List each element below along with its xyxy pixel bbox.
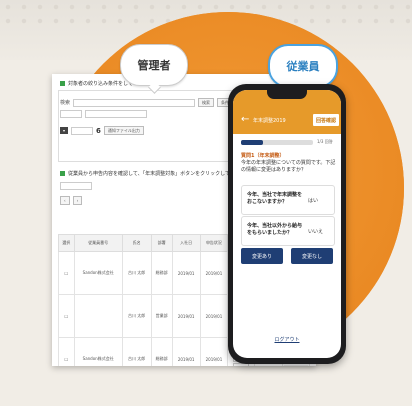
row-date1: 2019/01 xyxy=(171,337,201,366)
count-input[interactable] xyxy=(71,126,94,135)
phone-header: ← 年末調整2019 回答確認 xyxy=(233,90,341,134)
action-row: ▾ 6 通知ファイル出力 xyxy=(60,126,144,135)
col-joined: 入社日 xyxy=(171,234,201,252)
col-number: 従業員番号 xyxy=(73,234,123,252)
row-name: 古川 太郎 xyxy=(121,294,152,338)
filter-row-2 xyxy=(60,110,147,118)
progress-bar xyxy=(241,140,313,145)
search-row: 検索 検索 条件クリア xyxy=(60,98,246,107)
employee-label: 従業員 xyxy=(268,44,338,88)
row-checkbox[interactable]: ☐ xyxy=(58,251,75,295)
col-dept: 部署 xyxy=(150,234,173,252)
back-arrow-icon[interactable]: ← xyxy=(241,115,249,125)
col-name: 氏名 xyxy=(121,234,152,252)
row-date2: 2019/01 xyxy=(199,251,229,295)
row-date1: 2019/01 xyxy=(171,294,201,338)
question-card: 今年、当社で年末調整をおこないますか？ はい xyxy=(241,185,335,215)
row-date2: 2019/01 xyxy=(199,337,229,366)
card-answer: はい xyxy=(308,198,319,204)
row-name: 古川 太郎 xyxy=(121,251,152,295)
next-page-button[interactable]: › xyxy=(72,196,83,205)
phone-notch xyxy=(267,90,307,99)
export-button[interactable]: 通知ファイル出力 xyxy=(103,126,144,135)
change-no-button[interactable]: 変更なし xyxy=(291,248,333,264)
card-question: 今年、当社で年末調整をおこないますか？ xyxy=(247,192,303,205)
row-code xyxy=(73,294,123,338)
pager: ‹ › xyxy=(60,196,83,205)
status-badge[interactable]: 回答確認 xyxy=(313,114,339,126)
question-text: 今年の年末調整についての質問です。下記の情報に変更はありますか？ xyxy=(241,160,336,173)
row-dept: 営業部 xyxy=(150,294,173,338)
filter-input[interactable] xyxy=(85,110,147,118)
card-answer: いいえ xyxy=(308,229,324,235)
section-marker-icon xyxy=(60,171,65,176)
phone-title: 年末調整2019 xyxy=(253,118,286,124)
row-checkbox[interactable]: ☐ xyxy=(58,337,75,366)
admin-label: 管理者 xyxy=(120,44,188,86)
search-button[interactable]: 検索 xyxy=(198,98,215,107)
search-label: 検索 xyxy=(60,100,71,106)
filter-select[interactable] xyxy=(60,110,82,118)
row-date2: 2019/01 xyxy=(199,294,229,338)
page-select[interactable] xyxy=(60,182,92,190)
row-dept: 総務部 xyxy=(150,251,173,295)
phone-screen: ← 年末調整2019 回答確認 1/3 回答 質問1（年末調整） 今年の年末調整… xyxy=(233,90,341,358)
progress-text: 1/3 回答 xyxy=(317,139,333,144)
question-heading: 質問1（年末調整） xyxy=(241,153,285,159)
row-name: 古川 太郎 xyxy=(121,337,152,366)
question-card: 今年、当社以外から給与をもらいましたか？ いいえ xyxy=(241,216,335,246)
search-input[interactable] xyxy=(73,98,196,107)
prev-page-button[interactable]: ‹ xyxy=(60,196,70,205)
col-status: 申告状況 xyxy=(199,234,229,252)
phone-frame: ← 年末調整2019 回答確認 1/3 回答 質問1（年末調整） 今年の年末調整… xyxy=(228,84,346,364)
list-controls xyxy=(60,182,92,190)
row-code: Sandon株式会社 xyxy=(73,337,123,366)
background-bottom xyxy=(0,370,412,406)
count-value: 6 xyxy=(96,126,101,135)
target-select[interactable]: ▾ xyxy=(60,127,69,134)
change-yes-button[interactable]: 変更あり xyxy=(241,248,283,264)
logout-link[interactable]: ログアウト xyxy=(233,336,341,343)
row-date1: 2019/01 xyxy=(171,251,201,295)
section-marker-icon xyxy=(60,81,65,86)
card-question: 今年、当社以外から給与をもらいましたか？ xyxy=(247,223,303,236)
row-checkbox[interactable]: ☐ xyxy=(58,294,75,338)
row-code: Sandon株式会社 xyxy=(73,251,123,295)
progress-fill xyxy=(241,140,263,145)
row-dept: 総務部 xyxy=(150,337,173,366)
col-select: 選択 xyxy=(58,234,75,252)
